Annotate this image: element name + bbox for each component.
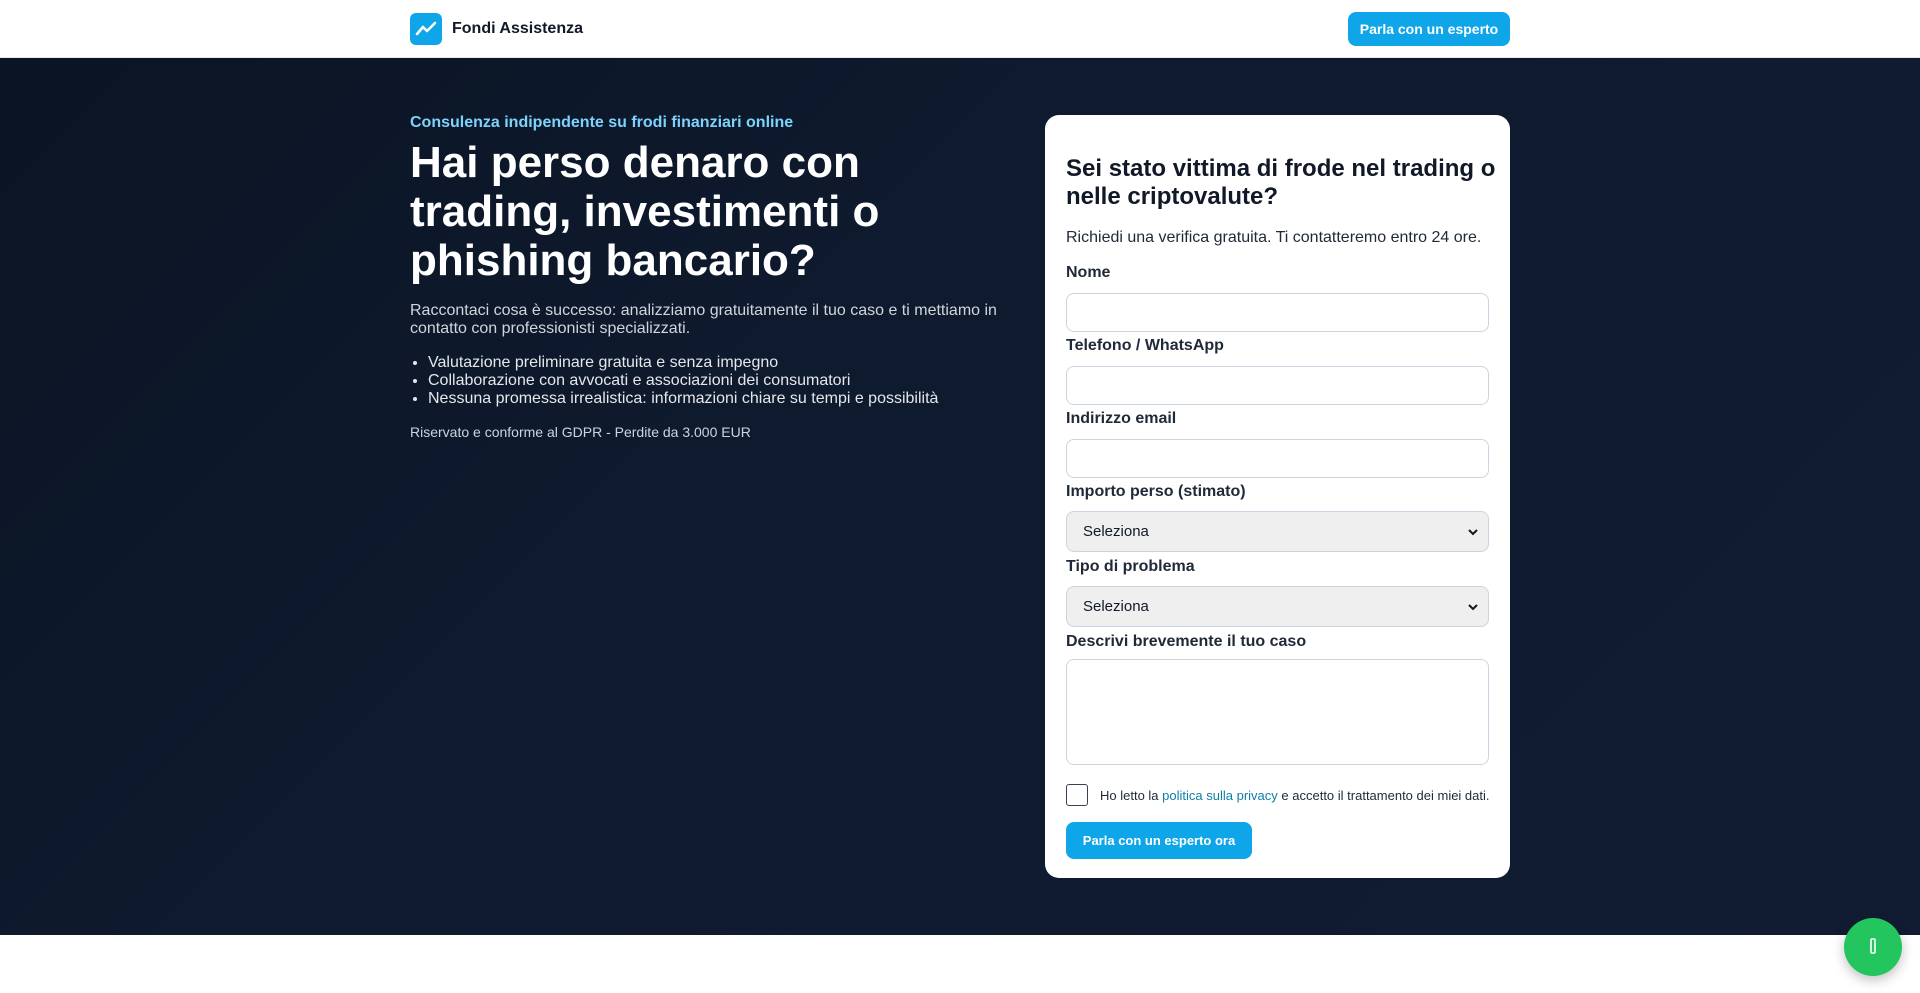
list-item: Nessuna promessa irrealistica: informazi… <box>428 390 1028 408</box>
chevron-down-icon <box>1466 525 1480 539</box>
chart-line-icon <box>410 13 442 45</box>
privacy-consent: Ho letto la politica sulla privacy e acc… <box>1066 784 1496 806</box>
privacy-consent-text: Ho letto la politica sulla privacy e acc… <box>1100 788 1490 803</box>
list-item: Collaborazione con avvocati e associazio… <box>428 372 1028 390</box>
brand-name: Fondi Assistenza <box>452 20 583 37</box>
email-label: Indirizzo email <box>1066 410 1177 427</box>
description-label: Descrivi brevemente il tuo caso <box>1066 633 1307 650</box>
submit-talk-to-expert-button[interactable]: Parla con un esperto ora <box>1066 822 1252 859</box>
top-navigation-bar: Fondi Assistenza Parla con un esperto <box>0 0 1920 58</box>
problem-label: Tipo di problema <box>1066 558 1195 575</box>
amount-select[interactable]: Seleziona <box>1066 511 1489 552</box>
description-textarea[interactable] <box>1066 659 1489 765</box>
consent-prefix: Ho letto la <box>1100 787 1159 803</box>
email-input[interactable] <box>1066 439 1489 478</box>
amount-label: Importo perso (stimato) <box>1066 483 1246 500</box>
lead-form-card: Sei stato vittima di frode nel trading o… <box>1045 115 1510 878</box>
list-item: Valutazione preliminare gratuita e senza… <box>428 354 1028 372</box>
header-talk-to-expert-button[interactable]: Parla con un esperto <box>1348 12 1510 46</box>
chevron-down-icon <box>1466 600 1480 614</box>
phone-label: Telefono / WhatsApp <box>1066 337 1224 354</box>
chat-icon <box>1862 935 1884 960</box>
hero-title: Hai perso denaro con trading, investimen… <box>410 138 880 285</box>
problem-select[interactable]: Seleziona <box>1066 586 1489 627</box>
hero-section: Consulenza indipendente su frodi finanzi… <box>0 58 1920 935</box>
form-title: Sei stato vittima di frode nel trading o… <box>1066 155 1496 210</box>
brand[interactable]: Fondi Assistenza <box>410 13 583 45</box>
name-input[interactable] <box>1066 293 1489 332</box>
hero-eyebrow: Consulenza indipendente su frodi finanzi… <box>410 114 794 131</box>
phone-input[interactable] <box>1066 366 1489 405</box>
hero-benefits-list: Valutazione preliminare gratuita e senza… <box>428 354 1028 408</box>
amount-select-value: Seleziona <box>1083 523 1149 540</box>
name-label: Nome <box>1066 264 1111 281</box>
problem-select-value: Seleziona <box>1083 598 1149 615</box>
consent-suffix: e accetto il trattamento dei miei dati. <box>1281 787 1490 803</box>
privacy-policy-link[interactable]: politica sulla privacy <box>1162 788 1278 803</box>
hero-note: Riservato e conforme al GDPR - Perdite d… <box>410 424 751 440</box>
privacy-consent-checkbox[interactable] <box>1066 784 1088 806</box>
form-subtitle: Richiedi una verifica gratuita. Ti conta… <box>1066 229 1482 246</box>
chat-floating-button[interactable] <box>1844 918 1902 976</box>
hero-subtitle: Raccontaci cosa è successo: analizziamo … <box>410 302 997 337</box>
